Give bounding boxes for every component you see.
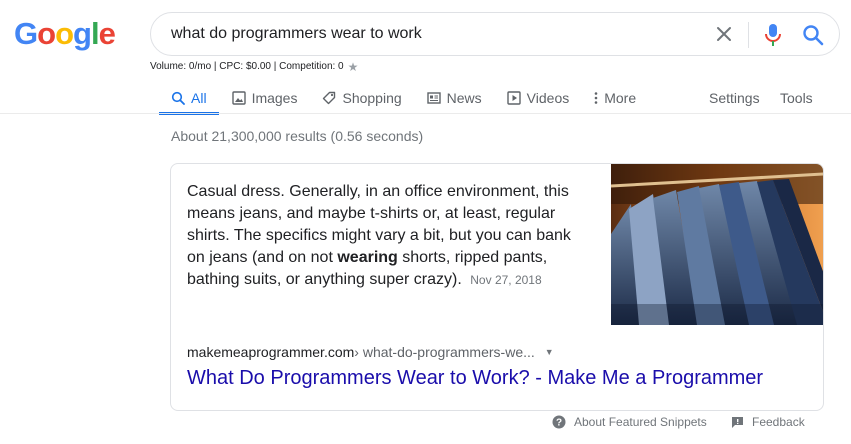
feedback-link[interactable]: Feedback — [731, 415, 805, 429]
snippet-bold-term: wearing — [337, 249, 398, 266]
logo-letter: o — [55, 16, 74, 51]
tab-shopping[interactable]: Shopping — [322, 82, 402, 114]
search-tabs: All Images Shopping News Videos More — [159, 82, 661, 115]
search-input[interactable] — [171, 13, 691, 55]
tab-label: All — [191, 90, 207, 106]
keyword-stats-bar: Volume: 0/mo | CPC: $0.00 | Competition:… — [150, 61, 359, 73]
snippet-text: Casual dress. Generally, in an office en… — [187, 181, 587, 291]
star-icon[interactable]: ★ — [348, 61, 359, 73]
logo-letter: g — [73, 16, 92, 51]
chevron-down-icon[interactable]: ▼ — [545, 347, 554, 357]
tab-label: Images — [251, 90, 298, 106]
keyword-stats-text: Volume: 0/mo | CPC: $0.00 | Competition:… — [150, 61, 344, 72]
feedback-icon — [732, 416, 743, 428]
about-featured-snippets-label: About Featured Snippets — [574, 415, 707, 429]
cite-path: › what-do-programmers-we... — [354, 344, 535, 360]
image-icon — [231, 91, 246, 105]
search-box — [150, 12, 840, 56]
tab-videos[interactable]: Videos — [506, 82, 570, 114]
result-stats: About 21,300,000 results (0.56 seconds) — [171, 128, 424, 144]
tag-icon — [323, 91, 336, 105]
google-logo[interactable]: Google — [14, 16, 116, 52]
svg-text:?: ? — [556, 418, 562, 429]
tab-more[interactable]: More — [594, 82, 636, 114]
tab-label: More — [604, 90, 637, 106]
logo-letter: o — [37, 16, 56, 51]
result-title-link[interactable]: What Do Programmers Wear to Work? - Make… — [187, 367, 763, 390]
logo-letter: l — [90, 16, 100, 51]
magnifier-icon[interactable] — [801, 23, 825, 47]
help-icon: ? — [552, 415, 566, 429]
newspaper-icon — [426, 92, 441, 104]
close-icon[interactable] — [714, 24, 734, 44]
microphone-icon[interactable] — [762, 23, 784, 47]
snippet-cite: makemeaprogrammer.com › what-do-programm… — [187, 344, 554, 360]
logo-letter: G — [14, 16, 38, 51]
tab-label: Shopping — [342, 90, 402, 106]
play-icon — [506, 91, 521, 105]
tab-label: Videos — [526, 90, 570, 106]
logo-letter: e — [98, 16, 116, 51]
snippet-image[interactable] — [611, 164, 824, 325]
tab-news[interactable]: News — [426, 82, 482, 114]
snippet-date: Nov 27, 2018 — [470, 273, 542, 287]
search-icon — [171, 91, 185, 105]
nav-divider — [0, 113, 851, 114]
tab-images[interactable]: Images — [231, 82, 298, 114]
settings-link[interactable]: Settings — [709, 82, 760, 114]
feedback-label: Feedback — [752, 415, 805, 429]
featured-snippet: Casual dress. Generally, in an office en… — [170, 163, 824, 411]
search-divider — [748, 22, 749, 48]
cite-domain: makemeaprogrammer.com — [187, 344, 355, 360]
tab-label: News — [446, 90, 482, 106]
tab-all[interactable]: All — [159, 82, 218, 115]
about-featured-snippets[interactable]: ? About Featured Snippets — [552, 415, 707, 429]
more-vertical-icon — [594, 92, 598, 104]
tools-link[interactable]: Tools — [780, 82, 813, 114]
